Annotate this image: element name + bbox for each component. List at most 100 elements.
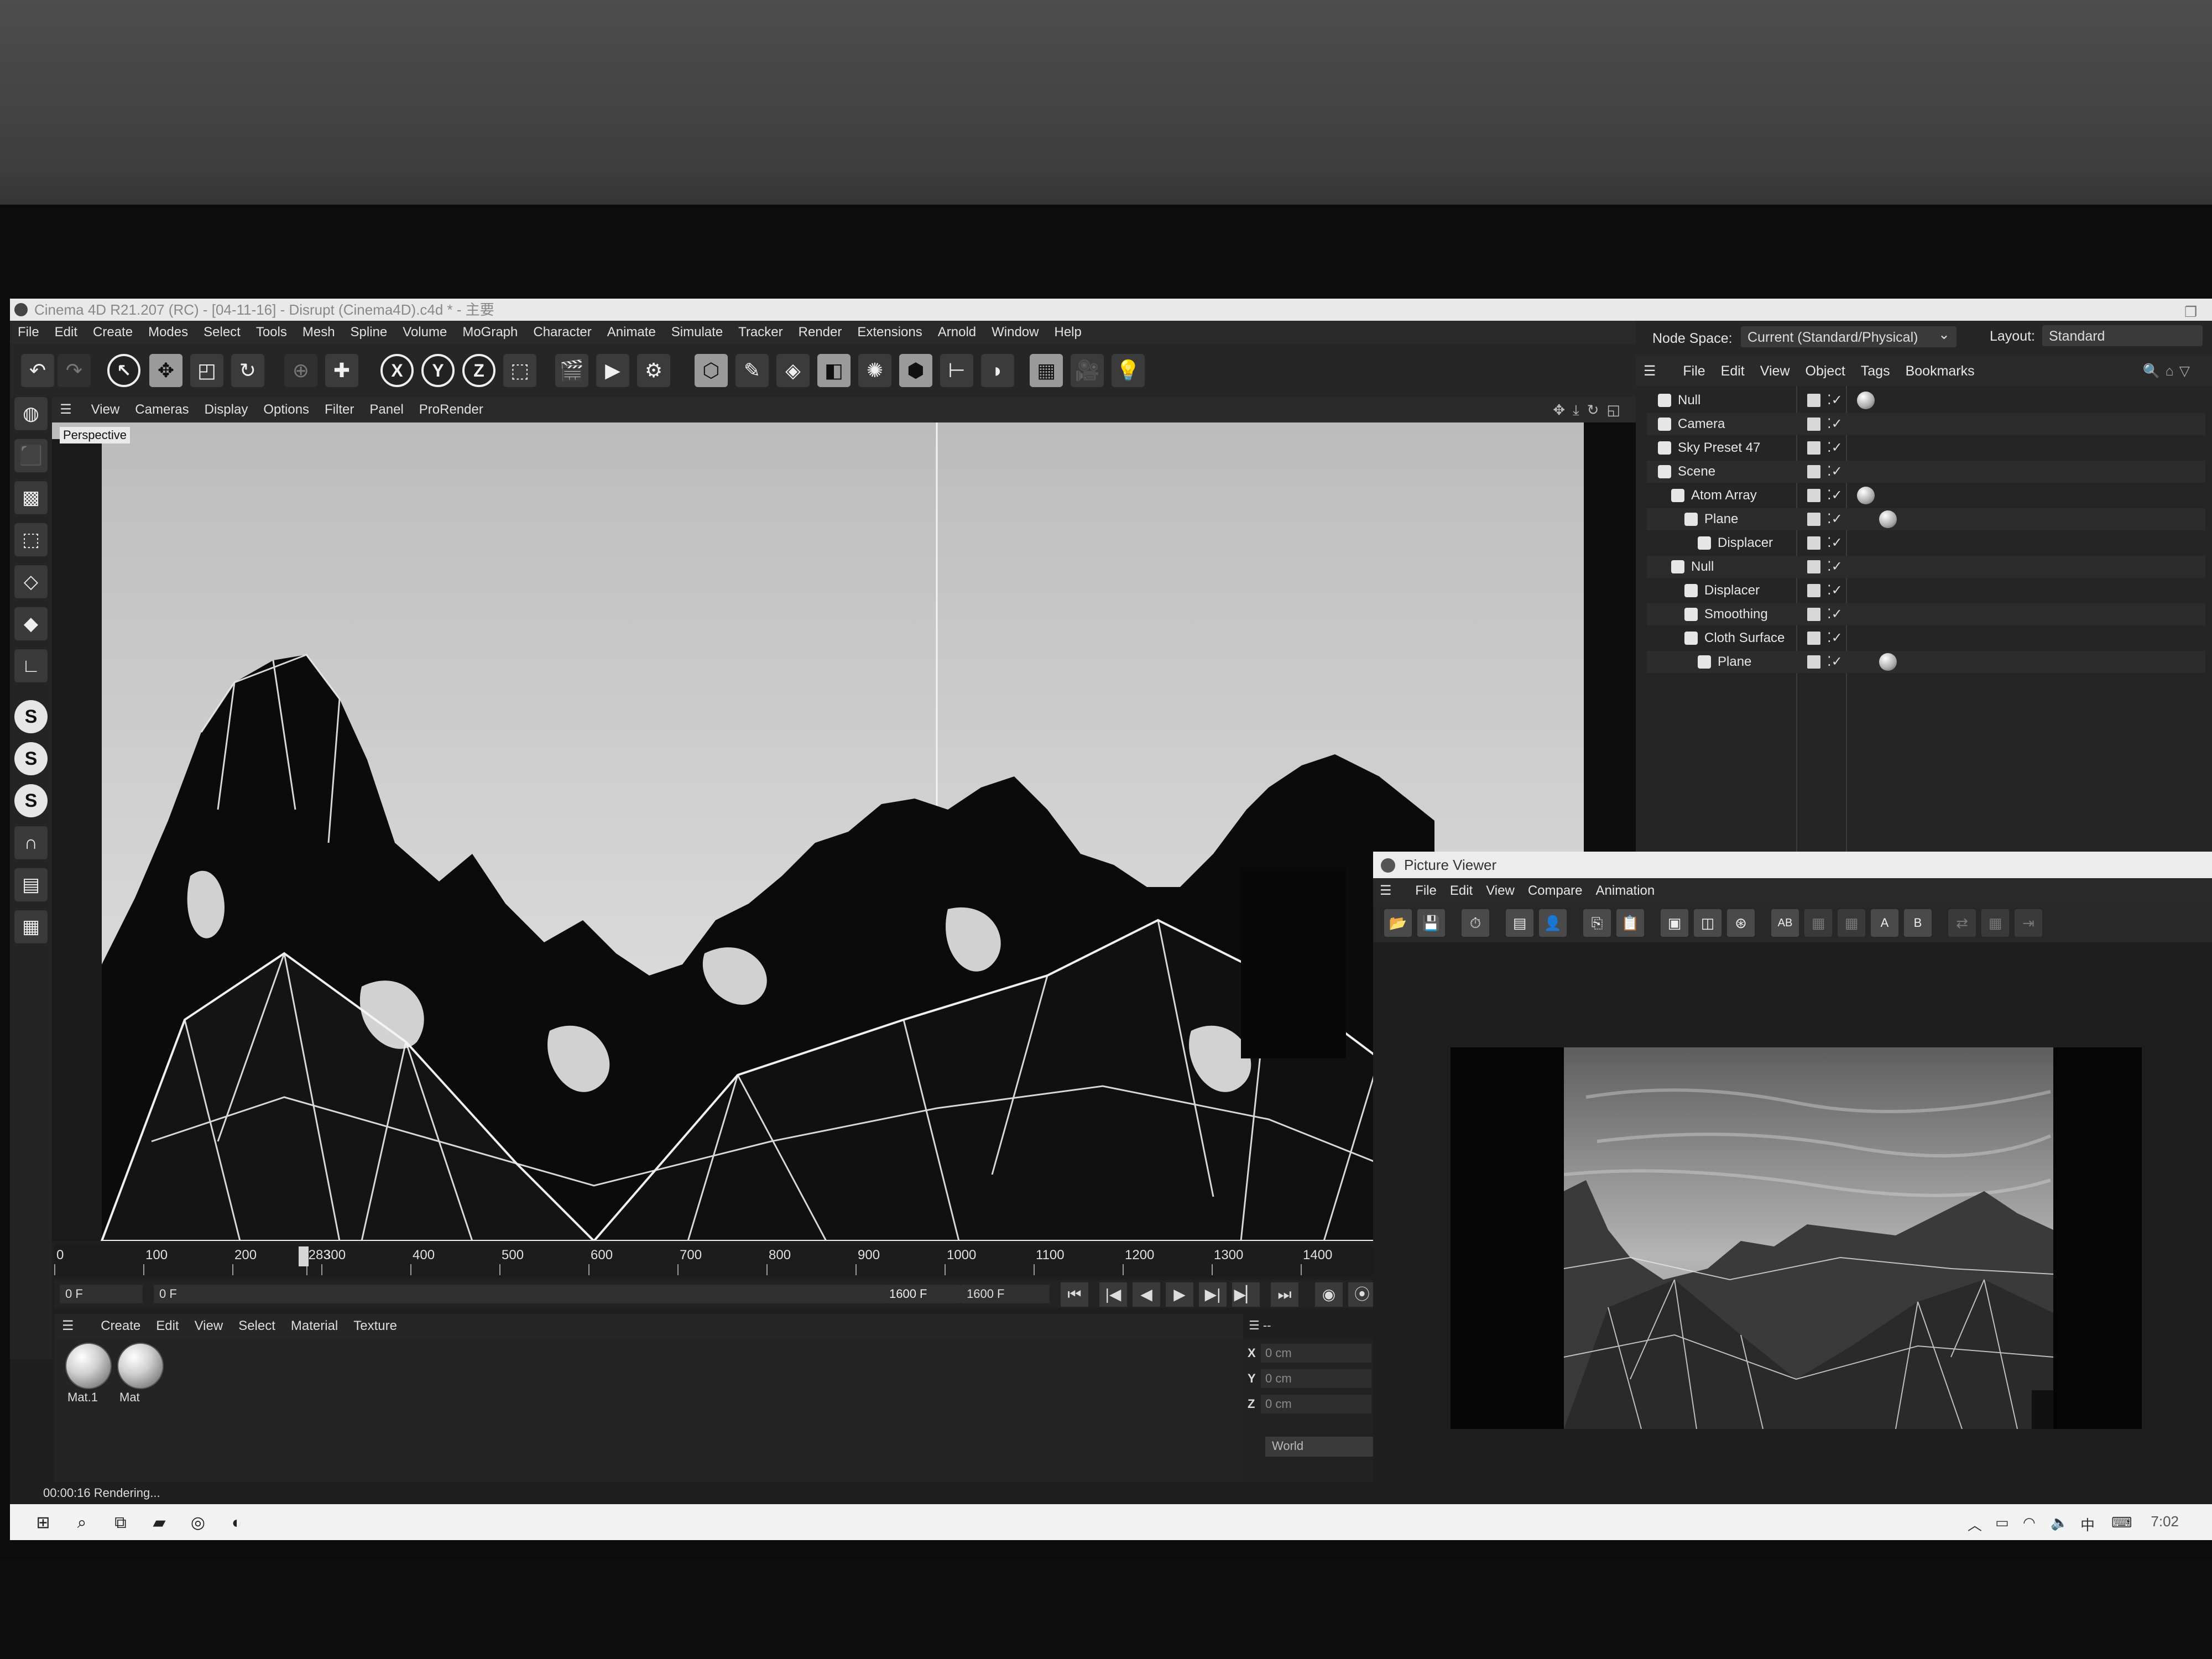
menu-spline[interactable]: Spline — [343, 321, 395, 344]
object-row[interactable]: Atom Array ⁚✓ — [1647, 484, 2205, 507]
compare-b-icon[interactable]: ▦ — [1838, 909, 1865, 937]
wifi-icon[interactable]: ◠ — [2023, 1514, 2036, 1531]
render-region-icon[interactable]: 🎬 — [555, 354, 588, 387]
swap-icon[interactable]: ⇄ — [1948, 909, 1976, 937]
viewport-menu-filter[interactable]: Filter — [317, 397, 362, 422]
material-tag-icon[interactable] — [1879, 510, 1897, 528]
compare-a-icon[interactable]: ▦ — [1804, 909, 1832, 937]
visibility-toggle-icon[interactable] — [1807, 441, 1820, 455]
copy-icon[interactable]: ⎘ — [1583, 909, 1611, 937]
material-swatch[interactable]: Mat.1 — [65, 1343, 114, 1409]
coordinate-space-select[interactable]: World — [1265, 1437, 1376, 1457]
material-tag-icon[interactable] — [1857, 392, 1875, 409]
object-menu-edit[interactable]: Edit — [1713, 356, 1752, 386]
file-explorer-icon[interactable]: ▰ — [148, 1512, 170, 1534]
floor-icon[interactable]: ▦ — [1030, 354, 1063, 387]
menu-file[interactable]: File — [10, 321, 47, 344]
picture-viewer-menu-compare[interactable]: Compare — [1521, 878, 1589, 904]
viewport-menu-display[interactable]: Display — [197, 397, 256, 422]
coord-y-field[interactable]: 0 cm — [1261, 1369, 1371, 1388]
object-menu-view[interactable]: View — [1752, 356, 1798, 386]
end-frame-field[interactable]: 1600 F — [961, 1285, 1050, 1303]
layers-icon[interactable]: ▤ — [1506, 909, 1533, 937]
menu-volume[interactable]: Volume — [395, 321, 455, 344]
ime-indicator[interactable]: 中 — [2080, 1514, 2095, 1535]
visibility-toggle-icon[interactable] — [1807, 655, 1820, 669]
coord-x-field[interactable]: 0 cm — [1261, 1344, 1371, 1363]
menu-modes[interactable]: Modes — [140, 321, 196, 344]
search-icon[interactable]: ⌕ — [71, 1512, 93, 1534]
prev-key-icon[interactable]: |◀ — [1099, 1282, 1127, 1307]
enabled-check-icon[interactable]: ⁚✓ — [1827, 437, 1843, 459]
material-menu-edit[interactable]: Edit — [148, 1314, 186, 1338]
snap-s-icon[interactable]: S — [14, 700, 48, 733]
visibility-toggle-icon[interactable] — [1807, 489, 1820, 502]
object-row[interactable]: Plane ⁚✓ — [1647, 651, 2205, 673]
snap-s3-icon[interactable]: S — [14, 784, 48, 817]
picture-viewer-canvas[interactable] — [1373, 942, 2212, 1524]
y-axis-button[interactable]: Y — [421, 354, 455, 387]
texture-mode-icon[interactable]: ▩ — [14, 481, 48, 514]
windows-start-icon[interactable]: ⊞ — [32, 1512, 54, 1534]
menu-tools[interactable]: Tools — [248, 321, 295, 344]
menu-select[interactable]: Select — [196, 321, 248, 344]
menu-help[interactable]: Help — [1046, 321, 1089, 344]
menu-create[interactable]: Create — [85, 321, 140, 344]
material-menu-material[interactable]: Material — [283, 1314, 346, 1338]
visibility-toggle-icon[interactable] — [1807, 584, 1820, 597]
ab-compare-button[interactable]: AB — [1771, 909, 1799, 937]
menu-character[interactable]: Character — [525, 321, 599, 344]
stopwatch-icon[interactable]: ⏱ — [1462, 909, 1489, 937]
material-menu-view[interactable]: View — [187, 1314, 231, 1338]
material-swatch[interactable]: Mat — [117, 1343, 166, 1409]
chrome-icon[interactable]: ◎ — [187, 1512, 209, 1534]
save-icon[interactable]: 💾 — [1417, 909, 1445, 937]
play-icon[interactable]: ▶ — [1166, 1282, 1193, 1307]
frame-alt-icon[interactable]: ◫ — [1694, 909, 1721, 937]
field-icon[interactable]: ◗ — [981, 354, 1014, 387]
hamburger-menu-icon[interactable]: ☰ — [54, 1314, 82, 1338]
edges-mode-icon[interactable]: ◇ — [14, 565, 48, 598]
snap-icon[interactable]: ⊕ — [284, 354, 317, 387]
material-menu-create[interactable]: Create — [93, 1314, 148, 1338]
object-manager-tools-icons[interactable]: 🔍⌂▽ — [2135, 356, 2203, 386]
object-row[interactable]: Null ⁚✓ — [1647, 389, 2205, 411]
picture-viewer-menu-view[interactable]: View — [1479, 878, 1521, 904]
visibility-toggle-icon[interactable] — [1807, 394, 1820, 407]
enabled-check-icon[interactable]: ⁚✓ — [1827, 603, 1843, 625]
move-icon[interactable]: ✥ — [149, 354, 182, 387]
paste-icon[interactable]: 📋 — [1616, 909, 1644, 937]
go-to-end-icon[interactable]: ⏭ — [1271, 1282, 1298, 1307]
snap-s2-icon[interactable]: S — [14, 742, 48, 775]
enabled-check-icon[interactable]: ⁚✓ — [1827, 389, 1843, 411]
object-row[interactable]: Displacer ⁚✓ — [1647, 532, 2205, 554]
picture-viewer-menu-animation[interactable]: Animation — [1589, 878, 1662, 904]
menu-mesh[interactable]: Mesh — [295, 321, 343, 344]
material-tag-icon[interactable] — [1879, 653, 1897, 671]
render-settings-icon[interactable]: ⚙ — [637, 354, 670, 387]
user-icon[interactable]: 👤 — [1539, 909, 1567, 937]
viewport-menu-prorender[interactable]: ProRender — [411, 397, 491, 422]
camera-icon[interactable]: 🎥 — [1071, 354, 1104, 387]
frame-icon[interactable]: ▣ — [1661, 909, 1688, 937]
menu-arnold[interactable]: Arnold — [930, 321, 984, 344]
workplane-icon[interactable]: ▤ — [14, 868, 48, 901]
visibility-toggle-icon[interactable] — [1807, 608, 1820, 621]
visibility-toggle-icon[interactable] — [1807, 465, 1820, 478]
z-axis-button[interactable]: Z — [462, 354, 495, 387]
redo-icon[interactable]: ↷ — [58, 354, 91, 387]
autokey-icon[interactable]: ⦿ — [1348, 1282, 1376, 1307]
picture-viewer-menu-edit[interactable]: Edit — [1443, 878, 1479, 904]
pen-icon[interactable]: ✎ — [735, 354, 769, 387]
object-row[interactable]: Plane ⁚✓ — [1647, 508, 2205, 530]
menu-mograph[interactable]: MoGraph — [455, 321, 525, 344]
enabled-check-icon[interactable]: ⁚✓ — [1827, 627, 1843, 649]
current-frame-field[interactable]: 0 F — [60, 1285, 143, 1303]
scale-icon[interactable]: ◰ — [190, 354, 223, 387]
hamburger-menu-icon[interactable]: ☰ — [52, 397, 80, 422]
enabled-check-icon[interactable]: ⁚✓ — [1827, 508, 1843, 530]
viewport-menu-view[interactable]: View — [84, 397, 128, 422]
viewport-nav-icons[interactable]: ✥⤓↻◱ — [1553, 397, 1628, 422]
points-mode-icon[interactable]: ⬚ — [14, 523, 48, 556]
object-row[interactable]: Sky Preset 47 ⁚✓ — [1647, 437, 2205, 459]
